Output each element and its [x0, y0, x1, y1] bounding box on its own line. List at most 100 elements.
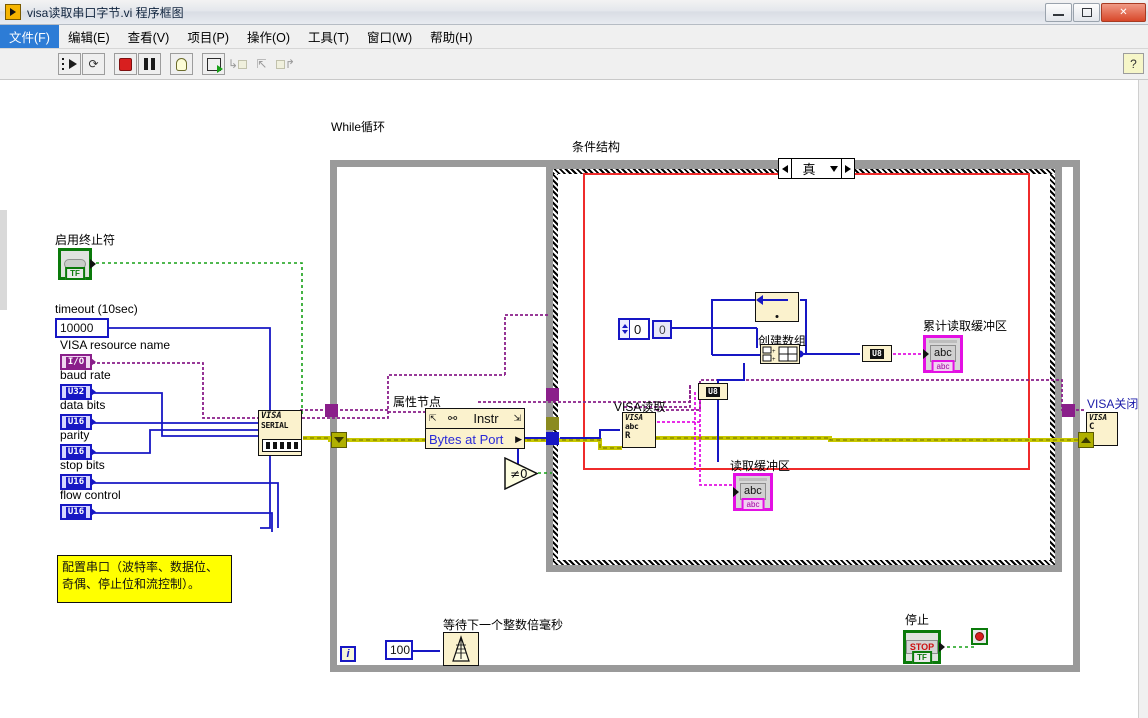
loop-tunnel-resource[interactable]: [325, 404, 338, 417]
terminal-datatype: I/O: [65, 356, 87, 368]
wrench-icon: ⚯: [448, 413, 458, 425]
array-constant[interactable]: 0: [618, 318, 650, 340]
step-out-button[interactable]: ↱: [274, 53, 297, 75]
serial-port-icon: [262, 439, 302, 452]
shift-register-right[interactable]: [1078, 432, 1094, 448]
run-continuously-button[interactable]: ⟳: [82, 53, 105, 75]
retain-wire-values-button[interactable]: [202, 53, 225, 75]
not-equal-zero-node[interactable]: ≠0: [504, 457, 538, 490]
data-bits-label: data bits: [60, 398, 106, 412]
build-array-icon: + +: [762, 346, 798, 362]
byte-array-to-string-node-1[interactable]: U8: [862, 345, 892, 362]
close-button[interactable]: ✕: [1101, 3, 1146, 22]
stop-label: 停止: [905, 613, 930, 627]
highlight-execution-button[interactable]: [170, 53, 193, 75]
context-help-button[interactable]: ?: [1123, 53, 1144, 74]
case-tunnel-error-in[interactable]: [546, 417, 559, 430]
canvas-scrollbar[interactable]: [1138, 80, 1148, 718]
property-output-arrow-icon: ▶: [515, 433, 522, 444]
iteration-terminal[interactable]: i: [340, 646, 356, 662]
loop-condition-terminal[interactable]: [971, 628, 988, 645]
property-node-property: Bytes at Port: [429, 431, 504, 447]
array-constant-value: 0: [634, 322, 642, 337]
timeout-constant[interactable]: 10000: [55, 318, 109, 338]
flow-control-label: flow control: [60, 488, 121, 502]
u8-datatype-label: U8: [706, 386, 720, 397]
visa-read-node[interactable]: VISA abc R: [622, 412, 656, 448]
accumulated-buffer-label: 累计读取缓冲区: [923, 319, 1008, 333]
menu-item-edit[interactable]: 编辑(E): [59, 25, 119, 48]
case-selector[interactable]: 真: [778, 158, 855, 179]
case-tunnel-bytes-in[interactable]: [546, 432, 559, 445]
menu-item-file[interactable]: 文件(F): [0, 25, 59, 48]
menu-item-view[interactable]: 查看(V): [119, 25, 179, 48]
title-bar: visa读取串口字节.vi 程序框图 ✕: [0, 0, 1148, 25]
enable-termchar-control[interactable]: TF: [58, 248, 92, 280]
metronome-icon: [452, 635, 470, 662]
svg-text:+: +: [772, 349, 776, 355]
menu-item-window[interactable]: 窗口(W): [358, 25, 421, 48]
configure-serial-comment[interactable]: 配置串口（波特率、数据位、奇偶、停止位和流控制）。: [57, 555, 232, 603]
wait-until-next-ms-node[interactable]: [443, 632, 479, 666]
shift-register-up-icon: [1081, 437, 1091, 443]
minimize-button[interactable]: [1045, 3, 1072, 22]
property-node-left-glyph: ⇱: [429, 413, 437, 423]
menu-item-operate[interactable]: 操作(O): [238, 25, 299, 48]
loop-tunnel-resource-out[interactable]: [1062, 404, 1075, 417]
read-buffer-indicator[interactable]: abc abc: [733, 473, 773, 511]
parity-label: parity: [60, 428, 90, 442]
labview-block-diagram-window: visa读取串口字节.vi 程序框图 ✕ 文件(F) 编辑(E) 查看(V) 项…: [0, 0, 1148, 718]
indicator-scroll-strip: [929, 340, 957, 343]
menu-item-help[interactable]: 帮助(H): [421, 25, 481, 48]
accumulated-buffer-indicator[interactable]: abc abc: [923, 335, 963, 373]
terminal-type-tag: TF: [65, 267, 85, 280]
property-node-class: Instr: [473, 411, 499, 426]
step-into-button[interactable]: ↳: [226, 53, 249, 75]
string-type-tag: abc: [741, 498, 765, 511]
visa-configure-serial-node[interactable]: VISA SERIAL: [258, 410, 302, 456]
case-next-arrow[interactable]: [841, 159, 854, 178]
feedback-node[interactable]: [755, 292, 799, 322]
toolbar: ⟳ ↳ ⇱ ↱ ?: [0, 49, 1148, 80]
svg-text:+: +: [772, 357, 776, 362]
vi-icon: [5, 4, 21, 20]
step-over-button[interactable]: ⇱: [250, 53, 273, 75]
menu-item-project[interactable]: 项目(P): [178, 25, 238, 48]
wait-ms-constant[interactable]: 100: [385, 640, 413, 660]
array-index-stepper[interactable]: [620, 320, 630, 338]
terminal-datatype: U16: [65, 476, 87, 488]
flow-control-terminal[interactable]: U16: [60, 504, 92, 520]
property-node-header: ⇱ ⚯ Instr ⇲: [426, 409, 524, 429]
case-dropdown-icon[interactable]: [826, 165, 841, 172]
window-controls: ✕: [1045, 0, 1148, 25]
terminal-datatype: U16: [65, 446, 87, 458]
block-diagram-canvas[interactable]: While循环 条件结构 真 启用终止符 TF timeout (10sec) …: [0, 80, 1148, 718]
visa-close-label: VISA关闭: [1087, 397, 1139, 411]
read-buffer-label: 读取缓冲区: [730, 459, 791, 473]
abort-execution-button[interactable]: [114, 53, 137, 75]
run-button[interactable]: [58, 53, 81, 75]
visa-resource-name-label: VISA resource name: [60, 338, 171, 352]
case-prev-arrow[interactable]: [779, 159, 792, 178]
shift-register-left[interactable]: [331, 432, 347, 448]
u8-datatype-label: U8: [870, 348, 884, 359]
timeout-label: timeout (10sec): [55, 302, 138, 316]
feedback-initializer-dot: [775, 315, 779, 318]
svg-text:≠0: ≠0: [510, 467, 528, 481]
window-title: visa读取串口字节.vi 程序框图: [27, 5, 184, 20]
visa-read-line1: VISA: [625, 413, 644, 422]
maximize-button[interactable]: [1073, 3, 1100, 22]
case-tunnel-resource-in[interactable]: [546, 388, 559, 401]
byte-array-to-string-node-2[interactable]: U8: [698, 383, 728, 400]
visa-read-line3: R: [625, 431, 631, 441]
terminal-type-tag: TF: [912, 651, 932, 664]
pause-button[interactable]: [138, 53, 161, 75]
stop-button-control[interactable]: STOP TF: [903, 630, 941, 664]
wait-ms-label: 等待下一个整数倍毫秒: [443, 618, 564, 632]
menu-item-tools[interactable]: 工具(T): [299, 25, 358, 48]
stop-bits-label: stop bits: [60, 458, 105, 472]
property-node[interactable]: ⇱ ⚯ Instr ⇲ Bytes at Port ▶: [425, 408, 525, 449]
property-node-property-row[interactable]: Bytes at Port ▶: [426, 429, 524, 449]
build-array-node[interactable]: + +: [760, 344, 800, 364]
array-element-box[interactable]: 0: [652, 320, 672, 339]
